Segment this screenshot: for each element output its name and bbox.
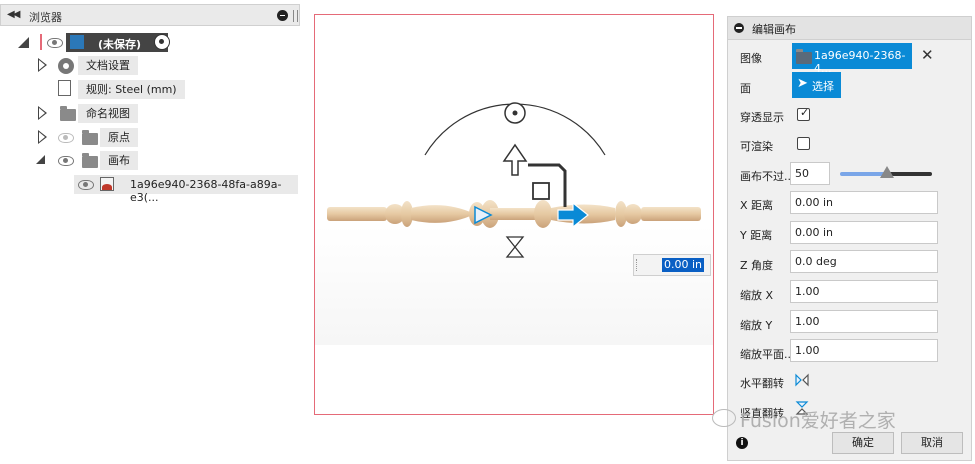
y-distance-label: Y 距离 xyxy=(740,229,773,242)
plane-move-square xyxy=(532,182,550,200)
see-through-checkbox[interactable]: ✓ xyxy=(797,106,810,121)
face-select-button[interactable]: ➤ 选择 xyxy=(792,72,841,98)
wechat-logo-icon xyxy=(712,409,736,427)
y-distance-field[interactable]: 0.00 in xyxy=(790,221,938,244)
folder-icon xyxy=(82,153,98,168)
expand-icon[interactable] xyxy=(36,155,45,164)
tree-item-label: 规则: Steel (mm) xyxy=(78,80,185,99)
z-angle-field[interactable]: 0.0 deg xyxy=(790,250,938,273)
component-icon xyxy=(70,35,84,49)
tree-root[interactable]: (未保存) xyxy=(18,33,298,53)
image-select-button[interactable]: 1a96e940-2368-4... xyxy=(792,43,912,75)
x-distance-field[interactable]: 0.00 in xyxy=(790,191,938,214)
opacity-label: 画布不过... xyxy=(740,170,795,183)
spindle-image xyxy=(327,200,701,228)
value-input[interactable]: 0.00 in xyxy=(662,258,705,272)
dialog-header: 编辑画布 xyxy=(728,17,971,40)
see-through-label: 穿透显示 xyxy=(740,111,784,124)
minimize-icon[interactable] xyxy=(277,10,288,21)
face-button-label: 选择 xyxy=(812,80,834,93)
cancel-button[interactable]: 取消 xyxy=(901,432,963,454)
opacity-slider-thumb[interactable] xyxy=(880,166,894,178)
viewport-scene xyxy=(315,102,713,345)
renderable-checkbox[interactable] xyxy=(797,137,810,150)
gear-icon xyxy=(58,58,74,74)
folder-icon xyxy=(796,49,812,64)
resize-grip-icon[interactable] xyxy=(293,10,298,22)
dialog-title: 编辑画布 xyxy=(752,23,796,36)
expand-icon[interactable] xyxy=(18,37,29,48)
x-distance-label: X 距离 xyxy=(740,199,774,212)
image-icon xyxy=(100,177,114,191)
opacity-slider-track xyxy=(888,172,932,176)
folder-icon xyxy=(60,106,76,121)
scale-x-label: 缩放 X xyxy=(740,289,774,302)
scale-plane-field[interactable]: 1.00 xyxy=(790,339,938,362)
browser-panel: ◀◀ 浏览器 (未保存) 文档设置 规则: Steel (mm) 命名视图 原点… xyxy=(0,0,302,464)
tree-item-label: 文档设置 xyxy=(78,56,138,75)
tree-item-label: 画布 xyxy=(100,151,138,170)
info-icon[interactable]: i xyxy=(736,437,748,449)
expand-icon[interactable] xyxy=(38,58,47,72)
expand-icon[interactable] xyxy=(38,130,47,144)
active-marker xyxy=(40,34,42,50)
renderable-label: 可渲染 xyxy=(740,140,773,153)
tree-item-label: 原点 xyxy=(100,128,138,147)
eye-hidden-icon[interactable] xyxy=(58,133,74,143)
rule-icon xyxy=(58,80,71,96)
expand-icon[interactable] xyxy=(38,106,47,120)
flip-h-label: 水平翻转 xyxy=(740,377,784,390)
tree-item-label: 命名视图 xyxy=(78,104,138,123)
collapse-icon[interactable]: ◀◀ xyxy=(7,9,20,20)
tree-item-rule[interactable]: 规则: Steel (mm) xyxy=(56,80,196,100)
watermark-text: Fusion爱好者之家 xyxy=(740,410,896,432)
scale-x-field[interactable]: 1.00 xyxy=(790,280,938,303)
opacity-field[interactable]: 50 xyxy=(790,162,830,185)
image-label: 图像 xyxy=(740,52,762,65)
tree-item-canvas[interactable]: 1a96e940-2368-48fa-a89a-e3(... xyxy=(74,175,298,204)
canvas-viewport[interactable] xyxy=(314,14,714,415)
tree-item-document-settings[interactable]: 文档设置 xyxy=(36,56,156,76)
eye-icon[interactable] xyxy=(58,156,74,166)
scale-y-field[interactable]: 1.00 xyxy=(790,310,938,333)
scale-y-label: 缩放 Y xyxy=(740,319,773,332)
cursor-icon: ➤ xyxy=(797,76,808,91)
clear-icon[interactable]: ✕ xyxy=(921,46,934,64)
tree-item-label: 1a96e940-2368-48fa-a89a-e3(... xyxy=(130,178,282,204)
scale-plane-label: 缩放平面... xyxy=(740,348,795,361)
activate-radio-icon[interactable] xyxy=(154,34,170,50)
eye-icon[interactable] xyxy=(47,38,63,48)
tree-item-origin[interactable]: 原点 xyxy=(36,128,156,148)
collapse-dialog-icon[interactable] xyxy=(734,23,744,33)
drag-grip-icon[interactable] xyxy=(636,259,641,271)
browser-header: ◀◀ 浏览器 xyxy=(0,4,300,26)
tree-item-canvases[interactable]: 画布 xyxy=(36,151,156,171)
root-label: (未保存) xyxy=(98,38,142,51)
value-input-box[interactable]: 0.00 in xyxy=(633,254,711,276)
z-angle-label: Z 角度 xyxy=(740,259,774,272)
folder-icon xyxy=(82,130,98,145)
move-y-arrow xyxy=(502,143,528,176)
eye-icon[interactable] xyxy=(78,180,94,190)
flip-h-icon[interactable] xyxy=(794,372,810,388)
face-label: 面 xyxy=(740,82,751,95)
edit-canvas-dialog: 编辑画布 图像 1a96e940-2368-4... ✕ 面 ➤ 选择 穿透显示… xyxy=(727,16,972,461)
ok-button[interactable]: 确定 xyxy=(832,432,894,454)
tree-item-named-views[interactable]: 命名视图 xyxy=(36,104,156,124)
root-label-box[interactable]: (未保存) xyxy=(66,33,168,52)
browser-title: 浏览器 xyxy=(29,11,62,24)
